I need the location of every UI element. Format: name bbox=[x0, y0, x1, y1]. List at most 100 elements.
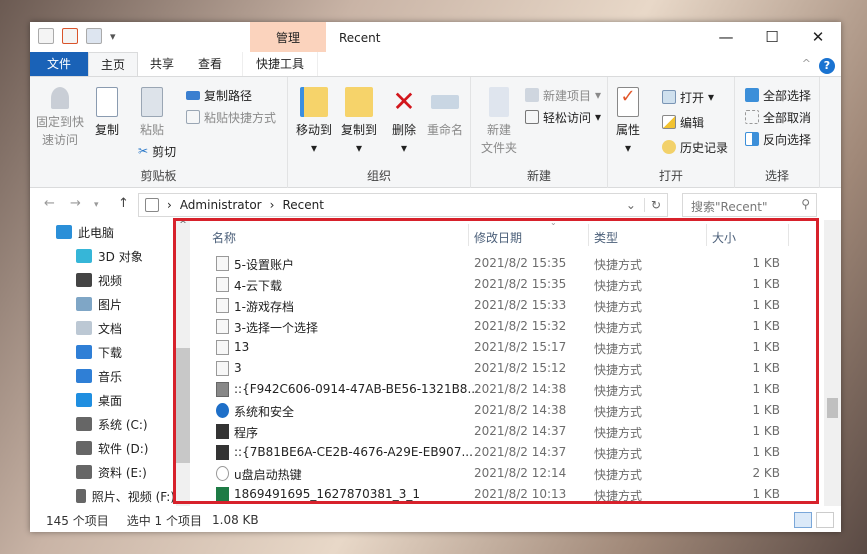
invert-selection-button[interactable]: 反向选择 bbox=[745, 129, 811, 149]
tab-home[interactable]: 主页 bbox=[88, 52, 139, 76]
search-input[interactable]: 搜索"Recent" ⚲ bbox=[682, 193, 817, 217]
file-row[interactable]: u盘启动热键 2021/8/2 12:14 快捷方式 2 KB bbox=[192, 463, 822, 484]
sidebar-item[interactable]: 3D 对象 bbox=[30, 244, 175, 268]
nav-pane-scrollbar[interactable]: ^ bbox=[176, 220, 190, 506]
move-to-button[interactable]: 移动到 ▾ bbox=[290, 87, 338, 157]
address-dropdown-icon[interactable]: ⌄ bbox=[626, 198, 636, 212]
select-none-button[interactable]: 全部取消 bbox=[745, 107, 811, 127]
system-menu-icon[interactable] bbox=[38, 28, 54, 44]
file-row[interactable]: 1869491695_1627870381_3_1 2021/8/2 10:13… bbox=[192, 484, 822, 505]
file-row[interactable]: 程序 2021/8/2 14:37 快捷方式 1 KB bbox=[192, 421, 822, 442]
properties-qat-icon[interactable] bbox=[62, 28, 78, 44]
sidebar-item[interactable]: 图片 bbox=[30, 292, 175, 316]
column-date[interactable]: 修改日期 bbox=[474, 229, 522, 246]
file-list-scrollbar[interactable] bbox=[824, 220, 841, 506]
cut-label: 剪切 bbox=[152, 144, 177, 159]
copy-button[interactable]: 复制 bbox=[86, 87, 128, 139]
copy-path-label: 复制路径 bbox=[204, 88, 253, 103]
sidebar-item[interactable]: 下载 bbox=[30, 340, 175, 364]
scroll-up-icon[interactable]: ^ bbox=[176, 220, 190, 230]
group-label-select: 选择 bbox=[764, 169, 789, 183]
forward-button[interactable]: → bbox=[70, 196, 81, 211]
paste-shortcut-button[interactable]: 粘贴快捷方式 bbox=[186, 107, 276, 127]
column-name[interactable]: 名称 bbox=[212, 229, 236, 246]
select-all-button[interactable]: 全部选择 bbox=[745, 85, 811, 105]
large-icons-view-button[interactable] bbox=[816, 512, 834, 528]
delete-button[interactable]: ✕ 删除 ▾ bbox=[386, 87, 422, 157]
sidebar-item[interactable]: 软件 (D:) bbox=[30, 436, 175, 460]
new-folder-qat-icon[interactable] bbox=[86, 28, 102, 44]
pin-quick-access-button[interactable]: 固定到快 速访问 bbox=[34, 87, 86, 149]
tab-shortcut-tools[interactable]: 快捷工具 bbox=[242, 52, 319, 76]
back-button[interactable]: ← bbox=[44, 196, 55, 211]
details-view-button[interactable] bbox=[794, 512, 812, 528]
minimize-button[interactable]: — bbox=[703, 22, 749, 52]
cut-button[interactable]: ✂ 剪切 bbox=[138, 141, 176, 161]
breadcrumb-administrator[interactable]: Administrator bbox=[180, 198, 262, 212]
file-name: 3 bbox=[234, 361, 242, 375]
history-button[interactable]: 历史记录 bbox=[662, 137, 728, 157]
sidebar-item[interactable]: 资料 (E:) bbox=[30, 460, 175, 484]
sidebar-item[interactable]: 桌面 bbox=[30, 388, 175, 412]
file-row[interactable]: 4-云下载 2021/8/2 15:35 快捷方式 1 KB bbox=[192, 274, 822, 295]
file-type: 快捷方式 bbox=[594, 426, 643, 440]
properties-button[interactable]: ✓ 属性 ▾ bbox=[610, 87, 646, 157]
copy-to-button[interactable]: 复制到 ▾ bbox=[334, 87, 384, 157]
file-row[interactable]: ::{7B81BE6A-CE2B-4676-A29E-EB907... 2021… bbox=[192, 442, 822, 463]
sidebar-item[interactable]: 视频 bbox=[30, 268, 175, 292]
sidebar-item[interactable]: 文档 bbox=[30, 316, 175, 340]
file-row[interactable]: ::{F942C606-0914-47AB-BE56-1321B8... 202… bbox=[192, 379, 822, 400]
scroll-thumb[interactable] bbox=[827, 398, 838, 418]
copy-path-button[interactable]: 复制路径 bbox=[186, 85, 252, 105]
column-divider[interactable] bbox=[588, 224, 589, 246]
sidebar-item[interactable]: 系统 (C:) bbox=[30, 412, 175, 436]
up-button[interactable]: ↑ bbox=[118, 196, 129, 211]
file-name: ::{7B81BE6A-CE2B-4676-A29E-EB907... bbox=[234, 445, 473, 459]
easy-access-button[interactable]: 轻松访问 ▾ bbox=[525, 107, 601, 127]
nav-scroll-thumb[interactable] bbox=[176, 348, 190, 463]
collapse-ribbon-icon[interactable]: ^ bbox=[802, 57, 811, 70]
column-size[interactable]: 大小 bbox=[712, 229, 736, 246]
column-divider[interactable] bbox=[468, 224, 469, 246]
sidebar-item-label: 视频 bbox=[98, 273, 123, 288]
sidebar-item[interactable]: 音乐 bbox=[30, 364, 175, 388]
sidebar-item[interactable]: 此电脑 bbox=[30, 220, 175, 244]
column-type[interactable]: 类型 bbox=[594, 229, 618, 246]
open-button[interactable]: 打开 ▾ bbox=[662, 87, 714, 107]
file-row[interactable]: 13 2021/8/2 15:17 快捷方式 1 KB bbox=[192, 337, 822, 358]
select-all-label: 全部选择 bbox=[763, 88, 812, 103]
recent-locations-icon[interactable]: ▾ bbox=[94, 200, 99, 210]
file-row[interactable]: 1-游戏存档 2021/8/2 15:33 快捷方式 1 KB bbox=[192, 295, 822, 316]
breadcrumb-recent[interactable]: Recent bbox=[282, 198, 323, 212]
close-button[interactable]: ✕ bbox=[795, 22, 841, 52]
ribbon-tabs: 文件 主页 共享 查看 快捷工具 bbox=[30, 52, 841, 76]
file-row[interactable]: 3 2021/8/2 15:12 快捷方式 1 KB bbox=[192, 358, 822, 379]
rename-button[interactable]: 重命名 bbox=[422, 87, 468, 139]
sidebar-item[interactable]: 照片、视频 (F:) bbox=[30, 484, 175, 505]
column-divider[interactable] bbox=[788, 224, 789, 246]
file-size: 1 KB bbox=[752, 256, 780, 270]
column-divider[interactable] bbox=[706, 224, 707, 246]
easy-access-label: 轻松访问 bbox=[543, 110, 592, 125]
address-bar[interactable]: › Administrator › Recent ⌄ ↻ bbox=[138, 193, 668, 217]
paste-button[interactable]: 粘贴 bbox=[130, 87, 174, 139]
new-folder-button[interactable]: 新建 文件夹 bbox=[475, 87, 523, 157]
file-row[interactable]: 5-设置账户 2021/8/2 15:35 快捷方式 1 KB bbox=[192, 253, 822, 274]
tab-file[interactable]: 文件 bbox=[30, 52, 88, 76]
refresh-icon[interactable]: ↻ bbox=[643, 198, 667, 212]
new-item-button[interactable]: 新建项目 ▾ bbox=[525, 85, 601, 105]
tab-share[interactable]: 共享 bbox=[138, 52, 186, 76]
download-icon bbox=[76, 345, 92, 359]
file-type: 快捷方式 bbox=[594, 489, 643, 503]
edit-button[interactable]: 编辑 bbox=[662, 112, 704, 132]
move-to-icon bbox=[300, 87, 328, 117]
file-row[interactable]: 系统和安全 2021/8/2 14:38 快捷方式 1 KB bbox=[192, 400, 822, 421]
file-row[interactable]: 3-选择一个选择 2021/8/2 15:32 快捷方式 1 KB bbox=[192, 316, 822, 337]
file-size: 1 KB bbox=[752, 403, 780, 417]
file-type: 快捷方式 bbox=[594, 405, 643, 419]
customize-qat-icon[interactable]: ▾ bbox=[110, 30, 116, 43]
file-date: 2021/8/2 15:32 bbox=[474, 319, 567, 333]
maximize-button[interactable]: ☐ bbox=[749, 22, 795, 52]
tab-view[interactable]: 查看 bbox=[186, 52, 234, 76]
help-icon[interactable]: ? bbox=[819, 58, 835, 74]
